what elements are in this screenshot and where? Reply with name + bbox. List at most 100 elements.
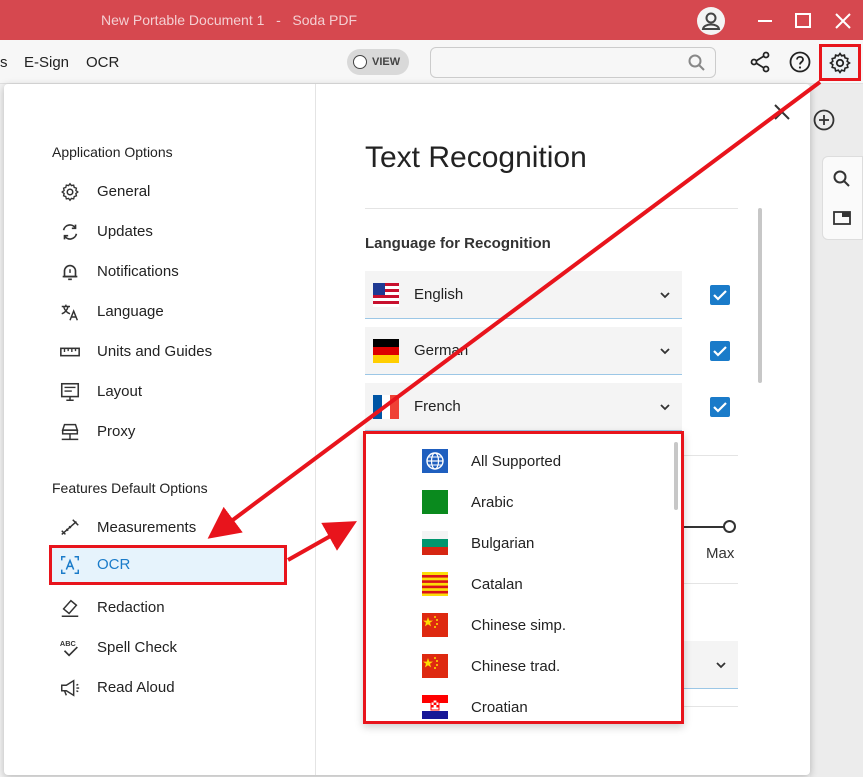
sidebar-item-label: Updates xyxy=(97,223,153,240)
dropdown-option-chinese-trad[interactable]: Chinese trad. xyxy=(366,646,666,687)
language-select-german[interactable]: German xyxy=(365,327,682,375)
german-checkbox[interactable] xyxy=(710,341,730,361)
refresh-icon xyxy=(62,224,78,240)
search-input[interactable] xyxy=(430,47,716,78)
sidebar-item-label: Spell Check xyxy=(97,639,178,656)
sidebar-item-redaction[interactable]: Redaction xyxy=(49,588,287,628)
dropdown-option-arabic[interactable]: Arabic xyxy=(366,482,666,523)
search-icon xyxy=(688,54,705,71)
help-icon[interactable] xyxy=(788,50,812,74)
chevron-down-icon xyxy=(660,404,670,411)
sidebar-item-label: Read Aloud xyxy=(97,679,175,696)
ruler-icon xyxy=(60,347,80,357)
language-label: German xyxy=(414,342,469,359)
sidebar-item-label: Redaction xyxy=(97,599,165,616)
dropdown-option-all-supported[interactable]: All Supported xyxy=(366,441,666,482)
application-options-title: Application Options xyxy=(52,144,173,160)
dropdown-option-bulgarian[interactable]: Bulgarian xyxy=(366,523,666,564)
option-label: Chinese trad. xyxy=(471,658,561,675)
sidebar-item-general[interactable]: General xyxy=(49,172,287,212)
croatia-flag-icon xyxy=(422,695,448,719)
sidebar-item-units[interactable]: Units and Guides xyxy=(49,332,287,372)
maximize-button[interactable] xyxy=(790,8,816,34)
french-checkbox[interactable] xyxy=(710,397,730,417)
view-toggle-label: VIEW xyxy=(372,56,401,68)
quality-slider-track[interactable] xyxy=(681,526,727,528)
close-dialog-button[interactable] xyxy=(770,100,794,124)
share-icon[interactable] xyxy=(748,50,772,74)
english-checkbox[interactable] xyxy=(710,285,730,305)
checkmark-icon xyxy=(713,402,727,413)
settings-button[interactable] xyxy=(819,44,861,81)
menu-ocr[interactable]: OCR xyxy=(86,54,119,71)
main-toolbar: s E-Sign OCR VIEW xyxy=(0,40,863,84)
dropdown-scrollbar[interactable] xyxy=(674,442,678,510)
proxy-icon xyxy=(61,423,79,441)
layout-icon xyxy=(60,382,80,401)
chevron-down-icon xyxy=(660,348,670,355)
menu-esign[interactable]: E-Sign xyxy=(24,54,69,71)
option-label: Bulgarian xyxy=(471,535,535,552)
toggle-knob xyxy=(353,55,367,69)
measure-icon xyxy=(61,519,79,535)
sidebar-item-label: Notifications xyxy=(97,263,179,280)
search-icon[interactable] xyxy=(832,169,852,189)
svg-text:ABC: ABC xyxy=(60,639,77,648)
sidebar-item-layout[interactable]: Layout xyxy=(49,372,287,412)
option-label: Catalan xyxy=(471,576,523,593)
language-section-title: Language for Recognition xyxy=(365,235,551,252)
megaphone-icon xyxy=(61,679,80,697)
sidebar-item-updates[interactable]: Updates xyxy=(49,212,287,252)
maximize-icon xyxy=(795,13,811,28)
menu-item-partial[interactable]: s xyxy=(0,54,8,71)
arabic-flag-icon xyxy=(422,490,448,514)
sidebar-item-notifications[interactable]: Notifications xyxy=(49,252,287,292)
user-avatar[interactable] xyxy=(697,7,725,35)
sidebar-item-read-aloud[interactable]: Read Aloud xyxy=(49,668,287,708)
sidebar-item-label: Measurements xyxy=(97,519,197,536)
china-flag-icon xyxy=(422,654,448,678)
sidebar-item-measurements[interactable]: Measurements xyxy=(49,508,287,548)
add-icon[interactable] xyxy=(812,108,836,132)
close-window-button[interactable] xyxy=(830,8,856,34)
france-flag-icon xyxy=(373,395,399,419)
view-toggle[interactable]: VIEW xyxy=(347,49,409,75)
preferences-dialog: Application Options General Updates Noti… xyxy=(4,84,810,775)
dropdown-option-catalan[interactable]: Catalan xyxy=(366,564,666,605)
option-label: All Supported xyxy=(471,453,562,470)
gear-icon xyxy=(61,182,79,202)
title-bar: New Portable Document 1 - Soda PDF xyxy=(0,0,863,40)
spellcheck-icon: ABC xyxy=(60,639,78,657)
eraser-icon xyxy=(61,599,79,617)
sidebar-item-label: Layout xyxy=(97,383,143,400)
user-icon xyxy=(701,12,721,30)
ocr-icon xyxy=(61,556,79,574)
sidebar-item-ocr[interactable]: OCR xyxy=(49,545,287,585)
bulgaria-flag-icon xyxy=(422,531,448,555)
divider xyxy=(365,208,738,209)
sidebar-item-language[interactable]: Language xyxy=(49,292,287,332)
option-label: Croatian xyxy=(471,699,528,716)
minimize-button[interactable] xyxy=(752,8,778,34)
features-options-title: Features Default Options xyxy=(52,480,208,496)
dropdown-option-croatian[interactable]: Croatian xyxy=(366,687,666,721)
dropdown-option-chinese-simp[interactable]: Chinese simp. xyxy=(366,605,666,646)
language-label: French xyxy=(414,398,461,415)
gear-icon xyxy=(829,52,851,74)
window-title: New Portable Document 1 - Soda PDF xyxy=(101,12,357,28)
minimize-icon xyxy=(758,20,772,22)
page-title: Text Recognition xyxy=(365,141,587,174)
sidebar-item-spell-check[interactable]: ABC Spell Check xyxy=(49,628,287,668)
us-flag-icon xyxy=(373,283,399,307)
sidebar-item-label: Language xyxy=(97,303,164,320)
checkmark-icon xyxy=(713,290,727,301)
language-select-english[interactable]: English xyxy=(365,271,682,319)
sidebar-item-proxy[interactable]: Proxy xyxy=(49,412,287,452)
partial-select-field[interactable] xyxy=(681,641,738,689)
translate-icon xyxy=(61,304,79,321)
germany-flag-icon xyxy=(373,339,399,363)
settings-scrollbar[interactable] xyxy=(758,208,762,383)
slider-end-knob[interactable] xyxy=(723,520,736,533)
language-select-french[interactable]: French xyxy=(365,383,682,431)
panel-icon[interactable] xyxy=(832,208,852,228)
